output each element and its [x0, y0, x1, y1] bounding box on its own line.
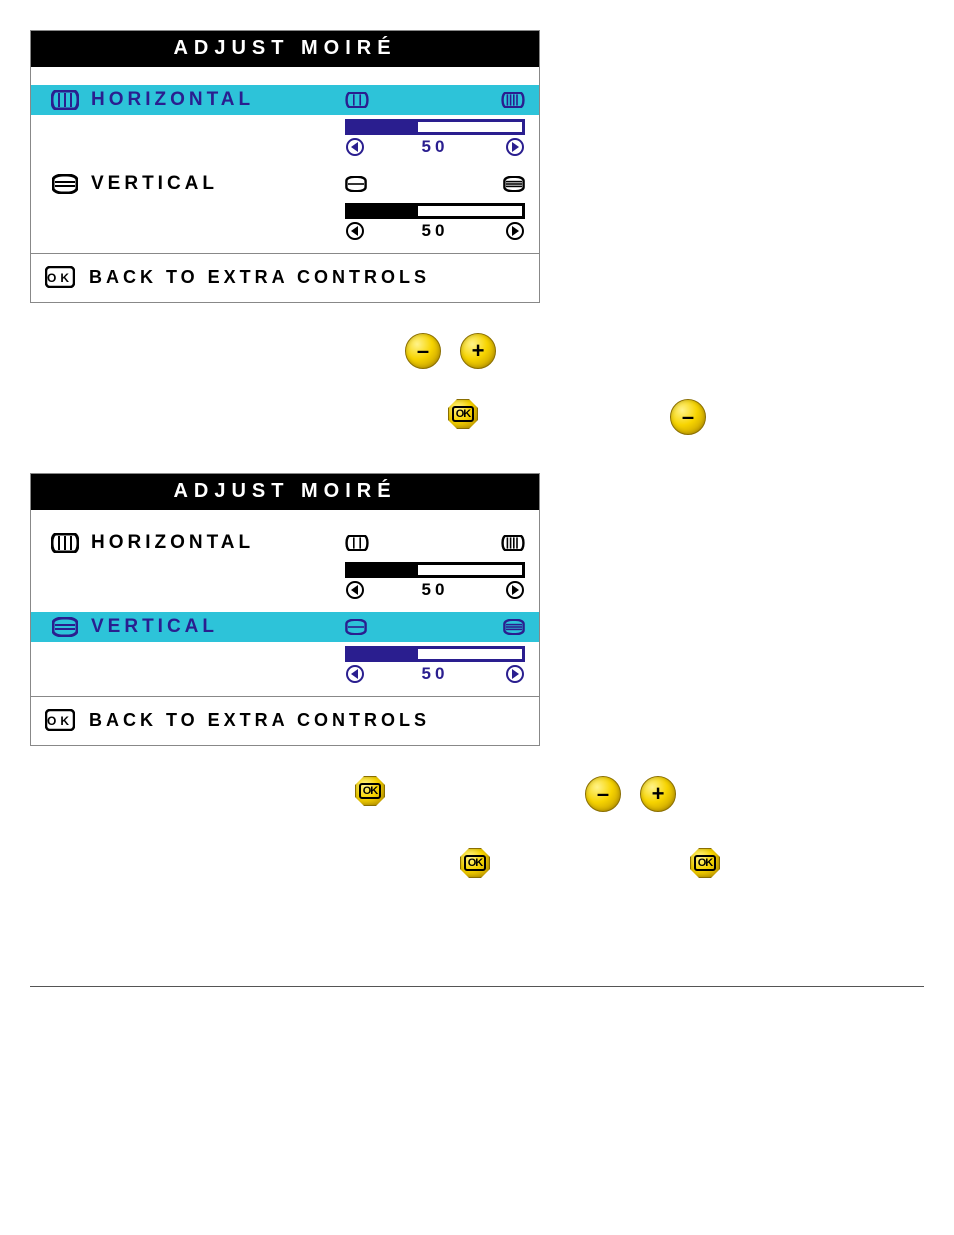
vertical-label: VERTICAL — [85, 173, 345, 195]
horizontal-limits — [345, 535, 525, 551]
vertical-moire-max-icon — [503, 176, 525, 192]
horizontal-value-row: 50 — [31, 135, 539, 169]
horizontal-limits — [345, 92, 525, 108]
vertical-moire-min-icon — [345, 176, 367, 192]
vertical-slider[interactable] — [345, 203, 525, 219]
osd-panel-horizontal: ADJUST MOIRÉ HORIZONTAL 50 — [30, 30, 540, 303]
horizontal-slider-row — [31, 115, 539, 135]
osd-panel-vertical: ADJUST MOIRÉ HORIZONTAL 50 — [30, 473, 540, 746]
page-divider — [30, 986, 924, 987]
horizontal-slider-fill — [348, 122, 418, 132]
plus-button[interactable]: + — [460, 333, 496, 369]
panel-title: ADJUST MOIRÉ — [31, 31, 539, 67]
horizontal-moire-max-icon — [501, 92, 525, 108]
horizontal-value: 50 — [422, 137, 449, 157]
minus-button[interactable]: – — [670, 399, 706, 435]
vertical-moire-icon — [45, 174, 85, 194]
vertical-value: 50 — [422, 664, 449, 684]
spacer — [31, 67, 539, 85]
back-label: BACK TO EXTRA CONTROLS — [89, 710, 430, 731]
vertical-moire-icon — [45, 617, 85, 637]
minus-button[interactable]: – — [405, 333, 441, 369]
horizontal-moire-icon — [45, 90, 85, 110]
horizontal-label: HORIZONTAL — [85, 532, 345, 554]
ok-box-icon: OK — [45, 709, 75, 731]
vertical-moire-min-icon — [345, 619, 367, 635]
menu-item-back[interactable]: OK BACK TO EXTRA CONTROLS — [31, 254, 539, 302]
minus-button[interactable]: – — [585, 776, 621, 812]
vertical-limits — [345, 176, 525, 192]
svg-text:OK: OK — [47, 714, 73, 728]
arrow-left-icon[interactable] — [345, 580, 365, 600]
vertical-value-row: 50 — [31, 219, 539, 253]
arrow-left-icon[interactable] — [345, 664, 365, 684]
horizontal-value: 50 — [422, 580, 449, 600]
horizontal-slider-row — [31, 558, 539, 578]
ok-button[interactable]: OK — [448, 399, 478, 429]
horizontal-moire-icon — [45, 533, 85, 553]
back-label: BACK TO EXTRA CONTROLS — [89, 267, 430, 288]
ok-button[interactable]: OK — [460, 848, 490, 878]
vertical-slider-fill — [348, 206, 418, 216]
arrow-right-icon[interactable] — [505, 137, 525, 157]
spacer — [31, 510, 539, 528]
vertical-slider-row — [31, 199, 539, 219]
horizontal-moire-min-icon — [345, 92, 369, 108]
ok-box-icon: OK — [45, 266, 75, 288]
arrow-left-icon[interactable] — [345, 221, 365, 241]
vertical-moire-max-icon — [503, 619, 525, 635]
horizontal-label: HORIZONTAL — [85, 89, 345, 111]
arrow-right-icon[interactable] — [505, 580, 525, 600]
panel-title: ADJUST MOIRÉ — [31, 474, 539, 510]
svg-text:OK: OK — [47, 271, 73, 285]
arrow-right-icon[interactable] — [505, 664, 525, 684]
horizontal-slider[interactable] — [345, 562, 525, 578]
vertical-slider-row — [31, 642, 539, 662]
horizontal-slider-fill — [348, 565, 418, 575]
vertical-slider-fill — [348, 649, 418, 659]
menu-item-vertical[interactable]: VERTICAL — [31, 612, 539, 642]
horizontal-value-row: 50 — [31, 578, 539, 612]
horizontal-moire-max-icon — [501, 535, 525, 551]
arrow-right-icon[interactable] — [505, 221, 525, 241]
vertical-limits — [345, 619, 525, 635]
vertical-value: 50 — [422, 221, 449, 241]
vertical-value-row: 50 — [31, 662, 539, 696]
ok-button[interactable]: OK — [355, 776, 385, 806]
vertical-slider[interactable] — [345, 646, 525, 662]
vertical-label: VERTICAL — [85, 616, 345, 638]
horizontal-moire-min-icon — [345, 535, 369, 551]
ok-button[interactable]: OK — [690, 848, 720, 878]
horizontal-slider[interactable] — [345, 119, 525, 135]
menu-item-vertical[interactable]: VERTICAL — [31, 169, 539, 199]
menu-item-back[interactable]: OK BACK TO EXTRA CONTROLS — [31, 697, 539, 745]
menu-item-horizontal[interactable]: HORIZONTAL — [31, 85, 539, 115]
plus-button[interactable]: + — [640, 776, 676, 812]
arrow-left-icon[interactable] — [345, 137, 365, 157]
menu-item-horizontal[interactable]: HORIZONTAL — [31, 528, 539, 558]
